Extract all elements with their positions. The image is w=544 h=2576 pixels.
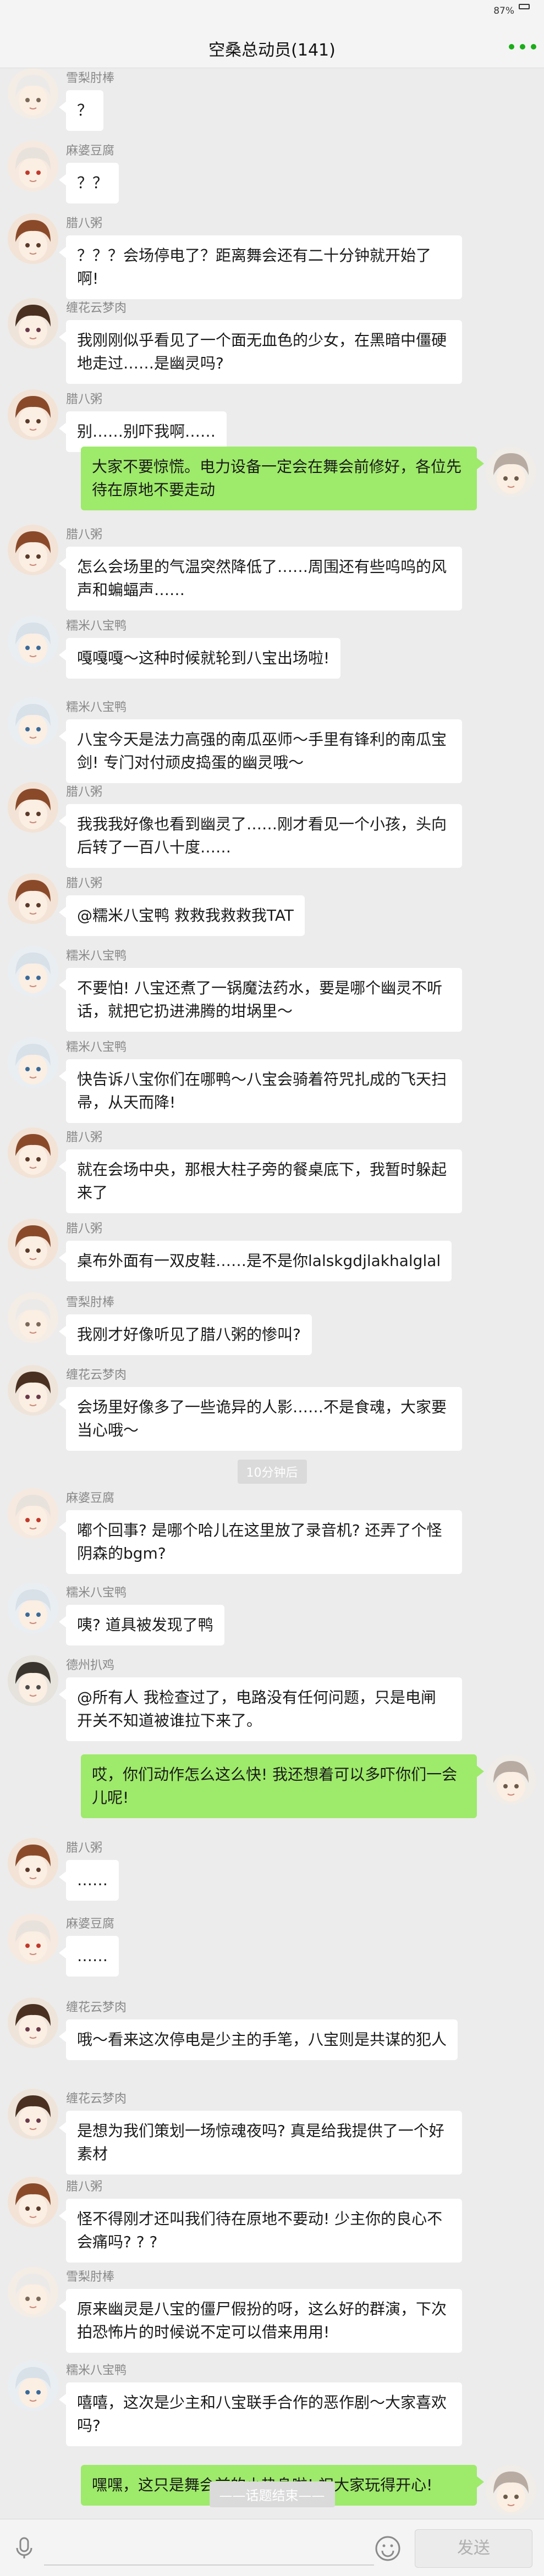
message-bubble[interactable]: 我刚才好像听见了腊八粥的惨叫? xyxy=(59,1314,312,1355)
sender-avatar[interactable] xyxy=(8,1914,58,1964)
message-bubble[interactable]: 快告诉八宝你们在哪鸭～八宝会骑着符咒扎成的飞天扫帚，从天而降! xyxy=(59,1059,462,1123)
message-bubble[interactable]: ？？ xyxy=(58,163,119,203)
sender-avatar[interactable] xyxy=(8,2177,58,2227)
sender-avatar[interactable] xyxy=(8,1488,58,1539)
sender-name: 腊八粥 xyxy=(66,877,103,890)
message-bubble[interactable]: @糯米八宝鸭 救救我救救我TAT xyxy=(59,895,305,936)
sender-name: 麻婆豆腐 xyxy=(66,1917,115,1931)
sender-avatar[interactable] xyxy=(8,1219,58,1269)
message-bubble[interactable]: 怪不得刚才还叫我们待在原地不要动! 少主你的良心不会痛吗? ? ? xyxy=(59,2199,462,2263)
status-bar: 87% xyxy=(0,0,544,24)
sender-name: 德州扒鸡 xyxy=(66,1659,115,1672)
my-avatar[interactable] xyxy=(486,447,536,497)
message-bubble[interactable]: 原来幽灵是八宝的僵尸假扮的呀，这么好的群演，下次拍恐怖片的时候说不定可以借来用用… xyxy=(59,2289,462,2353)
battery-indicator: 87% xyxy=(493,4,530,16)
sender-name: 缠花云梦肉 xyxy=(66,2092,127,2106)
sender-avatar[interactable] xyxy=(8,697,58,748)
message-bubble[interactable]: 大家不要惊慌。电力设备一定会在舞会前修好，各位先待在原地不要走动 xyxy=(81,447,484,510)
sender-name: 缠花云梦肉 xyxy=(66,1368,127,1382)
sender-avatar[interactable] xyxy=(8,1127,58,1178)
sender-avatar[interactable] xyxy=(8,1037,58,1088)
chat-title: 空桑总动员(141) xyxy=(208,41,336,60)
sender-avatar[interactable] xyxy=(8,1583,58,1633)
sender-name: 腊八粥 xyxy=(66,217,103,230)
sender-avatar[interactable] xyxy=(8,389,58,440)
message-bubble[interactable]: ？？？会场停电了？距离舞会还有二十分钟就开始了啊! xyxy=(59,235,462,299)
input-bar: 发送 xyxy=(0,2519,544,2576)
topic-end-divider: ——话题结束—— xyxy=(0,2481,544,2507)
emoji-icon[interactable] xyxy=(374,2535,402,2562)
message-bubble[interactable]: 不要怕! 八宝还煮了一锅魔法药水，要是哪个幽灵不听话，就把它扔进沸腾的坩埚里～ xyxy=(59,968,462,1032)
message-bubble[interactable]: 嘻嘻，这次是少主和八宝联手合作的恶作剧～大家喜欢吗? xyxy=(59,2382,462,2446)
sender-avatar[interactable] xyxy=(8,616,58,667)
sender-avatar[interactable] xyxy=(8,1655,58,1706)
sender-name: 雪梨肘棒 xyxy=(66,1296,115,1309)
message-bubble[interactable]: 就在会场中央，那根大柱子旁的餐桌底下，我暂时躲起来了 xyxy=(59,1149,462,1213)
sender-avatar[interactable] xyxy=(8,1997,58,2048)
topic-end-label: ——话题结束—— xyxy=(209,2481,335,2507)
sender-avatar[interactable] xyxy=(8,1292,58,1343)
sender-avatar[interactable] xyxy=(8,525,58,575)
message-bubble[interactable]: 我我我好像也看到幽灵了……刚才看见一个小孩，头向后转了一百八十度…… xyxy=(59,804,462,868)
sender-name: 腊八粥 xyxy=(66,2180,103,2194)
message-bubble[interactable]: 咦? 道具被发现了鸭 xyxy=(59,1605,224,1645)
sender-name: 腊八粥 xyxy=(66,528,103,542)
sender-name: 腊八粥 xyxy=(66,1222,103,1236)
sender-avatar[interactable] xyxy=(8,213,58,264)
battery-icon xyxy=(519,4,530,9)
microphone-icon[interactable] xyxy=(12,2536,36,2560)
message-bubble[interactable]: 桌布外面有一双皮鞋……是不是你lalskgdjlakhalglal xyxy=(58,1241,452,1281)
battery-level: 87% xyxy=(493,5,514,16)
sender-avatar[interactable] xyxy=(8,873,58,924)
sender-avatar[interactable] xyxy=(8,782,58,833)
sender-name: 腊八粥 xyxy=(66,393,103,406)
sender-avatar[interactable] xyxy=(8,141,58,191)
sender-name: 腊八粥 xyxy=(66,1131,103,1144)
title-bar: 空桑总动员(141) xyxy=(0,24,544,68)
sender-name: 糯米八宝鸭 xyxy=(66,2364,127,2377)
sender-name: 糯米八宝鸭 xyxy=(66,701,127,714)
sender-avatar[interactable] xyxy=(8,2360,58,2411)
sender-name: 缠花云梦肉 xyxy=(66,2001,127,2014)
time-divider: 10分钟后 xyxy=(0,1460,544,1484)
message-bubble[interactable]: ？ xyxy=(58,90,104,131)
sender-name: 腊八粥 xyxy=(66,785,103,799)
sender-name: 麻婆豆腐 xyxy=(66,1491,115,1505)
message-bubble[interactable]: 八宝今天是法力高强的南瓜巫师～手里有锋利的南瓜宝剑! 专门对付顽皮捣蛋的幽灵哦～ xyxy=(59,719,462,783)
message-bubble[interactable]: 我刚刚似乎看见了一个面无血色的少女，在黑暗中僵硬地走过……是幽灵吗? xyxy=(59,320,462,384)
sender-name: 腊八粥 xyxy=(66,1841,103,1855)
sender-avatar[interactable] xyxy=(8,298,58,349)
sender-name: 糯米八宝鸭 xyxy=(66,619,127,633)
sender-name: 糯米八宝鸭 xyxy=(66,1586,127,1600)
time-divider-label: 10分钟后 xyxy=(237,1460,307,1484)
sender-avatar[interactable] xyxy=(8,1365,58,1416)
sender-avatar[interactable] xyxy=(8,68,58,119)
sender-avatar[interactable] xyxy=(8,2267,58,2318)
sender-name: 雪梨肘棒 xyxy=(66,71,115,85)
message-bubble[interactable]: 嘟个回事? 是哪个哈儿在这里放了录音机? 还弄了个怪阴森的bgm? xyxy=(59,1510,462,1574)
sender-avatar[interactable] xyxy=(8,946,58,997)
sender-name: 糯米八宝鸭 xyxy=(66,949,127,963)
message-bubble[interactable]: 哎，你们动作怎么这么快! 我还想着可以多吓你们一会儿呢! xyxy=(81,1754,484,1818)
message-bubble[interactable]: 会场里好像多了一些诡异的人影……不是食魂，大家要当心哦～ xyxy=(59,1387,462,1451)
more-dots-icon[interactable] xyxy=(509,43,536,51)
sender-avatar[interactable] xyxy=(8,2089,58,2139)
send-button[interactable]: 发送 xyxy=(415,2529,532,2568)
message-bubble[interactable]: 哦～看来这次停电是少主的手笔，八宝则是共谋的犯人 xyxy=(58,2019,458,2060)
sender-name: 糯米八宝鸭 xyxy=(66,1041,127,1054)
message-bubble[interactable]: …… xyxy=(59,1936,119,1977)
sender-avatar[interactable] xyxy=(8,1838,58,1889)
message-bubble[interactable]: …… xyxy=(59,1860,119,1901)
message-input[interactable] xyxy=(44,2530,374,2566)
message-bubble[interactable]: 怎么会场里的气温突然降低了……周围还有些呜呜的风声和蝙蝠声…… xyxy=(59,547,462,610)
message-bubble[interactable]: 嘎嘎嘎～这种时候就轮到八宝出场啦! xyxy=(58,638,341,679)
my-avatar[interactable] xyxy=(486,1754,536,1805)
message-bubble[interactable]: 别……别吓我啊…… xyxy=(58,411,227,452)
message-bubble[interactable]: @所有人 我检查过了，电路没有任何问题，只是电闸开关不知道被谁拉下来了。 xyxy=(59,1677,462,1741)
sender-name: 麻婆豆腐 xyxy=(66,144,115,158)
sender-name: 雪梨肘棒 xyxy=(66,2270,115,2284)
message-bubble[interactable]: 是想为我们策划一场惊魂夜吗? 真是给我提供了一个好素材 xyxy=(59,2111,462,2175)
sender-name: 缠花云梦肉 xyxy=(66,301,127,315)
